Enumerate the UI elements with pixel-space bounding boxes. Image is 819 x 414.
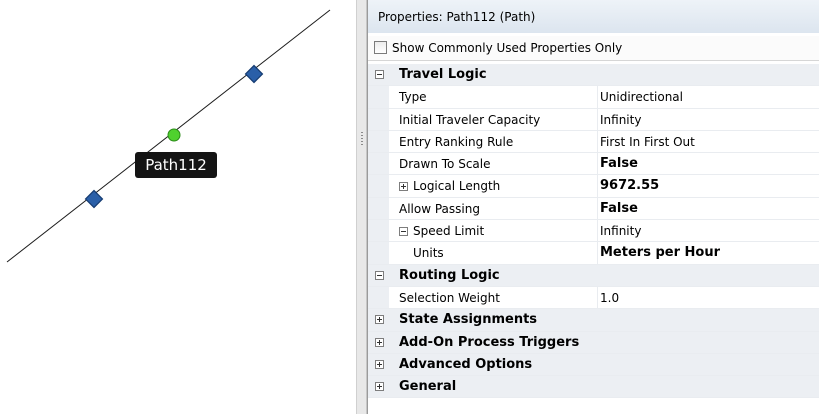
property-row-selection-weight[interactable]: Selection Weight 1.0 (368, 286, 819, 310)
property-value[interactable]: Infinity (597, 220, 641, 242)
property-row-speed-limit[interactable]: Speed Limit Infinity (368, 220, 819, 243)
category-addon-process-triggers[interactable]: Add-On Process Triggers (368, 331, 819, 354)
property-grid: Travel Logic Type Unidirectional Initial… (368, 64, 819, 399)
plus-box-icon[interactable] (375, 382, 384, 392)
property-name-wrapper: Logical Length (399, 175, 500, 197)
category-state-assignments[interactable]: State Assignments (368, 309, 819, 332)
category-routing-logic[interactable]: Routing Logic (368, 264, 819, 287)
property-row-type[interactable]: Type Unidirectional (368, 86, 819, 109)
property-name-wrapper: Speed Limit (399, 220, 484, 242)
property-value[interactable]: Meters per Hour (597, 242, 720, 264)
minus-box-icon[interactable] (375, 70, 384, 79)
category-label: Advanced Options (399, 356, 533, 372)
property-name: Speed Limit (413, 224, 485, 239)
plus-box-icon[interactable] (375, 315, 384, 325)
category-label: Routing Logic (399, 267, 500, 283)
property-name: Initial Traveler Capacity (399, 112, 541, 127)
property-name: Logical Length (413, 179, 501, 194)
model-canvas[interactable]: Path112 (0, 0, 356, 414)
property-row-logical-length[interactable]: Logical Length 9672.55 (368, 175, 819, 198)
panel-splitter[interactable] (356, 0, 367, 414)
path-name-label[interactable]: Path112 (135, 152, 217, 178)
category-travel-logic[interactable]: Travel Logic (368, 64, 819, 87)
category-label: General (399, 379, 457, 395)
property-row-allow-passing[interactable]: Allow Passing False (368, 197, 819, 221)
property-name: Units (413, 246, 444, 261)
category-advanced-options[interactable]: Advanced Options (368, 353, 819, 377)
property-value[interactable]: False (597, 153, 638, 175)
splitter-grip-icon[interactable] (361, 132, 363, 146)
green-circle-icon[interactable] (167, 128, 181, 142)
properties-panel: Properties: Path112 (Path) Show Commonly… (367, 0, 819, 414)
diamond-node-icon[interactable] (244, 64, 264, 84)
minus-box-icon[interactable] (375, 270, 384, 280)
category-label: State Assignments (399, 312, 538, 328)
property-name: Allow Passing (399, 201, 480, 216)
property-value[interactable]: 9672.55 (597, 175, 659, 197)
property-value[interactable]: Infinity (597, 108, 641, 130)
panel-title: Properties: Path112 (Path) (368, 0, 819, 34)
property-row-ranking[interactable]: Entry Ranking Rule First In First Out (368, 130, 819, 154)
property-row-capacity[interactable]: Initial Traveler Capacity Infinity (368, 108, 819, 131)
property-value[interactable]: 1.0 (597, 286, 619, 309)
category-general[interactable]: General (368, 376, 819, 399)
property-value[interactable]: First In First Out (597, 130, 695, 153)
property-value[interactable]: Unidirectional (597, 86, 683, 108)
plus-box-icon[interactable] (375, 359, 384, 369)
property-row-drawn-to-scale[interactable]: Drawn To Scale False (368, 153, 819, 176)
property-name: Entry Ranking Rule (399, 134, 514, 149)
property-name: Drawn To Scale (399, 157, 491, 172)
diamond-node-icon[interactable] (84, 189, 104, 209)
property-value[interactable]: False (597, 197, 638, 220)
minus-box-icon[interactable] (399, 227, 408, 237)
show-common-label[interactable]: Show Commonly Used Properties Only (392, 36, 622, 60)
category-label: Add-On Process Triggers (399, 334, 580, 350)
category-label: Travel Logic (399, 67, 487, 82)
plus-box-icon[interactable] (375, 337, 384, 347)
show-common-checkbox[interactable] (374, 41, 387, 54)
canvas-drawing (6, 9, 331, 263)
property-row-units[interactable]: Units Meters per Hour (368, 242, 819, 265)
property-name: Type (399, 90, 427, 105)
show-common-toolbar: Show Commonly Used Properties Only (368, 36, 819, 61)
plus-box-icon[interactable] (399, 182, 408, 192)
property-name: Selection Weight (399, 290, 500, 305)
